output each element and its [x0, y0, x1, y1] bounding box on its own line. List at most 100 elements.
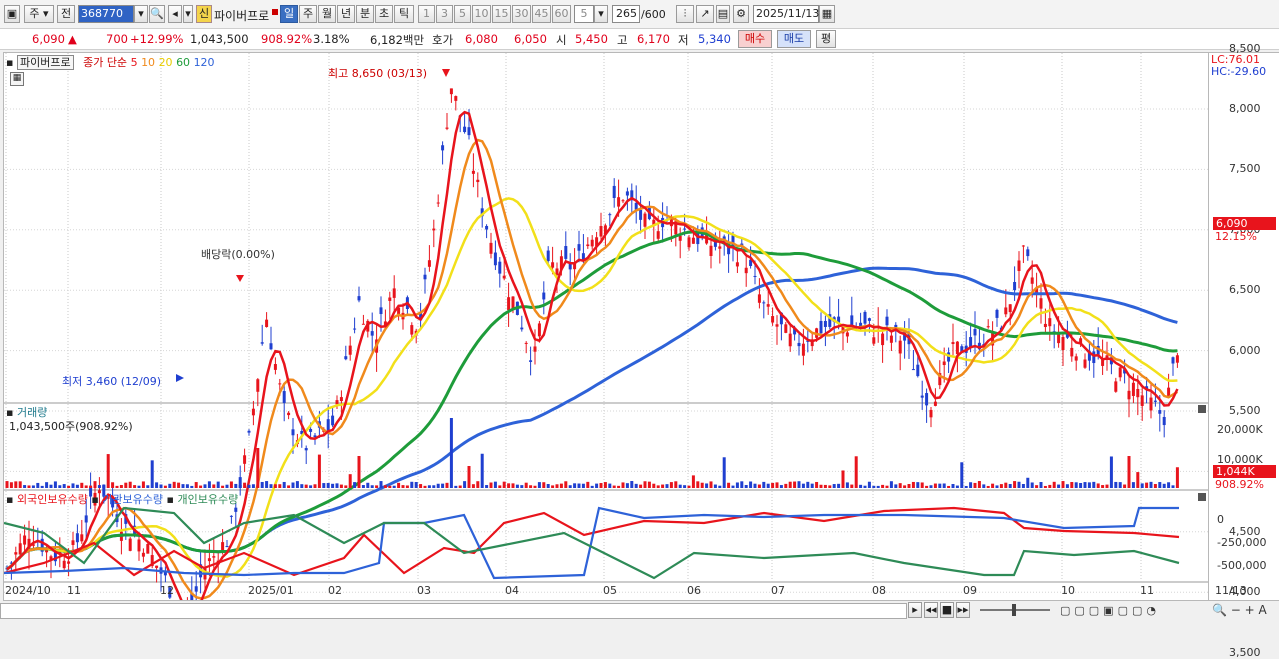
sell-button[interactable]: 매도 [777, 30, 811, 48]
candle-body [735, 262, 739, 267]
minute-1-button[interactable]: 1 [418, 5, 435, 23]
price-panel-legend: ▪ 파이버프로 종가 단순 5 10 20 60 120 [6, 54, 215, 70]
period-day-button[interactable]: 일 [280, 5, 298, 23]
period-minute-button[interactable]: 분 [356, 5, 374, 23]
code-dropdown-icon[interactable]: ▾ [134, 5, 148, 23]
period-week-button[interactable]: 주 [299, 5, 317, 23]
volume-bar [1136, 472, 1140, 488]
code-input[interactable]: 368770 [78, 5, 134, 23]
candle-body [617, 197, 621, 207]
volume-bar [432, 485, 436, 488]
period-year-button[interactable]: 년 [337, 5, 355, 23]
scroll-right-icon[interactable]: ▸ [908, 602, 922, 618]
stock-title[interactable]: 파이버프로 [16, 55, 74, 70]
market-select[interactable]: 주 ▾ [24, 5, 54, 23]
count-input[interactable]: 265 [612, 5, 640, 23]
candle-body [485, 225, 489, 230]
custom-period-dropdown-icon[interactable]: ▾ [594, 5, 608, 23]
candle-body [845, 332, 849, 337]
candle-body [194, 586, 198, 592]
candle-body [436, 202, 440, 204]
table-view-icon[interactable]: ▦ [10, 72, 24, 86]
speaker-dropdown-icon[interactable]: ▾ [183, 5, 193, 23]
candle-body [282, 391, 286, 403]
volume-bar [67, 485, 71, 488]
gear-icon[interactable]: ⚙ [733, 5, 749, 23]
buy-button[interactable]: 매수 [738, 30, 772, 48]
candle-body [1070, 347, 1074, 357]
type-select[interactable]: 전 [57, 5, 75, 23]
minute-30-button[interactable]: 30 [512, 5, 531, 23]
volume-bar [1162, 483, 1166, 488]
holding-panel-close-icon[interactable] [1198, 493, 1206, 501]
volume-bar [520, 485, 524, 488]
candle-body [911, 369, 915, 371]
hoga-label: 호가 [432, 33, 454, 47]
volume-tick-20000k: 20,000K [1217, 423, 1263, 436]
candle-body [1030, 277, 1034, 284]
period-second-button[interactable]: 초 [375, 5, 393, 23]
candle-body [243, 455, 247, 464]
ma-5-label: 5 [130, 56, 138, 69]
custom-period-input[interactable]: 5 [574, 5, 594, 23]
volume-bar [1013, 481, 1017, 488]
average-button[interactable]: 평 [816, 30, 836, 48]
calendar-icon[interactable]: ▦ [819, 5, 835, 23]
horizontal-scrollbar[interactable] [0, 603, 907, 619]
candle-body [801, 343, 805, 356]
indicator-icon[interactable]: ⫶ [676, 5, 694, 23]
candle-body [753, 275, 757, 277]
minute-15-button[interactable]: 15 [492, 5, 511, 23]
price-tick: 8,000 [1229, 102, 1261, 115]
candle-body [260, 342, 264, 344]
holding-menu-icon[interactable]: ▪ [6, 493, 13, 506]
minute-5-button[interactable]: 5 [454, 5, 471, 23]
period-tick-button[interactable]: 틱 [394, 5, 414, 23]
forward-icon[interactable]: ▸▸ [956, 602, 970, 618]
volume-bar [489, 482, 493, 488]
stop-icon[interactable]: ■ [940, 602, 954, 618]
save-icon[interactable]: ▤ [716, 5, 730, 23]
volume-bar [476, 481, 480, 488]
volume-bar [1092, 481, 1096, 488]
draw-tool-icon[interactable]: ↗ [696, 5, 714, 23]
volume-bar [199, 485, 203, 488]
volume-bar [295, 481, 299, 488]
minute-10-button[interactable]: 10 [472, 5, 491, 23]
candle-body [476, 179, 480, 183]
window-menu-icon[interactable]: ▣ [4, 5, 20, 23]
volume-panel-close-icon[interactable] [1198, 405, 1206, 413]
date-input[interactable]: 2025/11/13 [753, 5, 819, 23]
candle-body [1021, 245, 1025, 247]
volume-bar [1070, 482, 1074, 488]
x-axis-label: 07 [771, 584, 785, 597]
candle-body [678, 235, 682, 241]
last-volume-tag: 1,044K [1213, 465, 1276, 478]
volume-bar [1158, 482, 1162, 488]
volume-bar [247, 484, 251, 488]
volume-ratio: 908.92% [261, 32, 313, 46]
volume-bar [1118, 482, 1122, 488]
candle-body [221, 542, 225, 552]
volume-bar [265, 481, 269, 488]
minute-3-button[interactable]: 3 [436, 5, 453, 23]
zoom-slider-handle[interactable] [1012, 604, 1016, 616]
speaker-icon[interactable]: ◂ [168, 5, 182, 23]
ask-price: 6,080 [465, 32, 498, 46]
minute-60-button[interactable]: 60 [552, 5, 571, 23]
period-month-button[interactable]: 월 [318, 5, 336, 23]
zoom-icons[interactable]: 🔍 − + A [1212, 603, 1267, 617]
volume-bar [1149, 481, 1153, 488]
candle-body [502, 275, 506, 279]
panel-menu-icon[interactable]: ▪ [6, 56, 13, 69]
ma-10-line [6, 138, 1179, 600]
volume-bar [75, 484, 79, 488]
volume-bar [177, 482, 181, 488]
rewind-icon[interactable]: ◂◂ [924, 602, 938, 618]
minute-45-button[interactable]: 45 [532, 5, 551, 23]
volume-bar [568, 485, 572, 488]
search-icon[interactable]: 🔍 [149, 5, 165, 23]
layout-icons[interactable]: ▢▢▢▣▢▢◔ [1060, 604, 1160, 617]
volume-bar [797, 481, 801, 488]
chart-area[interactable]: ▪ 파이버프로 종가 단순 5 10 20 60 120 ▦ 최고 8,650 … [3, 52, 1209, 601]
